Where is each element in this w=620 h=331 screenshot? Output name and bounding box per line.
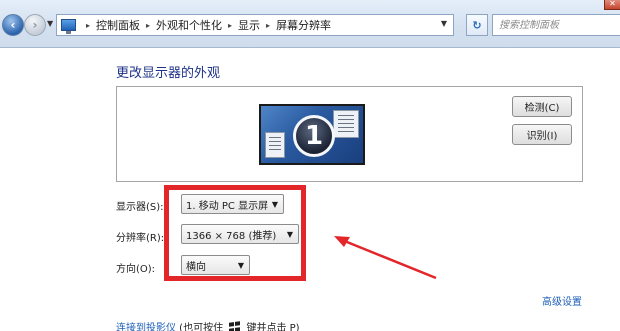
monitor-number-badge: 1: [293, 115, 335, 157]
back-button[interactable]: ‹: [2, 14, 24, 36]
projector-hint-prefix: (也可按住: [176, 323, 227, 331]
forward-button[interactable]: ›: [24, 14, 46, 36]
recent-pages-dropdown-icon[interactable]: ▼: [47, 19, 53, 28]
close-icon[interactable]: ✕: [604, 0, 620, 10]
annotation-arrow-shaft: [341, 238, 437, 280]
search-box[interactable]: [492, 14, 620, 36]
page-title: 更改显示器的外观: [116, 66, 221, 81]
refresh-button[interactable]: ↻: [466, 14, 488, 36]
orientation-label: 方向(O):: [116, 264, 156, 275]
breadcrumb-screen-resolution[interactable]: 屏幕分辨率: [276, 17, 331, 33]
resolution-label: 分辨率(R):: [116, 233, 165, 244]
window-thumbnail-icon: [333, 110, 359, 138]
control-panel-icon: [61, 19, 76, 34]
projector-hint-suffix: 键并点击 P): [243, 323, 300, 331]
breadcrumb-appearance[interactable]: 外观和个性化: [156, 17, 222, 33]
address-bar[interactable]: ▸ 控制面板 ▸ 外观和个性化 ▸ 显示 ▸ 屏幕分辨率 ▼: [56, 14, 454, 36]
chevron-right-icon[interactable]: ▸: [228, 21, 232, 30]
identify-button[interactable]: 识别(I): [512, 124, 572, 145]
projector-hint: 连接到投影仪 (也可按住 键并点击 P): [116, 319, 300, 331]
breadcrumb-display[interactable]: 显示: [238, 17, 260, 33]
search-input[interactable]: [499, 16, 620, 34]
chevron-right-icon[interactable]: ▸: [86, 21, 90, 30]
chevron-right-icon[interactable]: ▸: [266, 21, 270, 30]
annotation-arrow-icon: [334, 236, 437, 280]
breadcrumb-control-panel[interactable]: 控制面板: [96, 17, 140, 33]
address-dropdown-icon[interactable]: ▼: [441, 19, 447, 28]
chevron-right-icon[interactable]: ▸: [146, 21, 150, 30]
connect-projector-link[interactable]: 连接到投影仪: [116, 323, 176, 331]
detect-button[interactable]: 检测(C): [512, 96, 572, 117]
monitor-preview[interactable]: 1: [259, 104, 365, 165]
window-thumbnail-icon: [265, 132, 285, 158]
advanced-settings-link[interactable]: 高级设置: [542, 293, 582, 308]
windows-key-icon: [229, 321, 241, 331]
explorer-toolbar: ✕ ‹ › ▼ ▸ 控制面板 ▸ 外观和个性化 ▸ 显示 ▸ 屏幕分辨率 ▼ ↻: [0, 0, 620, 48]
highlight-box: [164, 185, 306, 281]
display-label: 显示器(S):: [116, 202, 164, 213]
display-preview-panel: 1 检测(C) 识别(I): [116, 86, 583, 182]
